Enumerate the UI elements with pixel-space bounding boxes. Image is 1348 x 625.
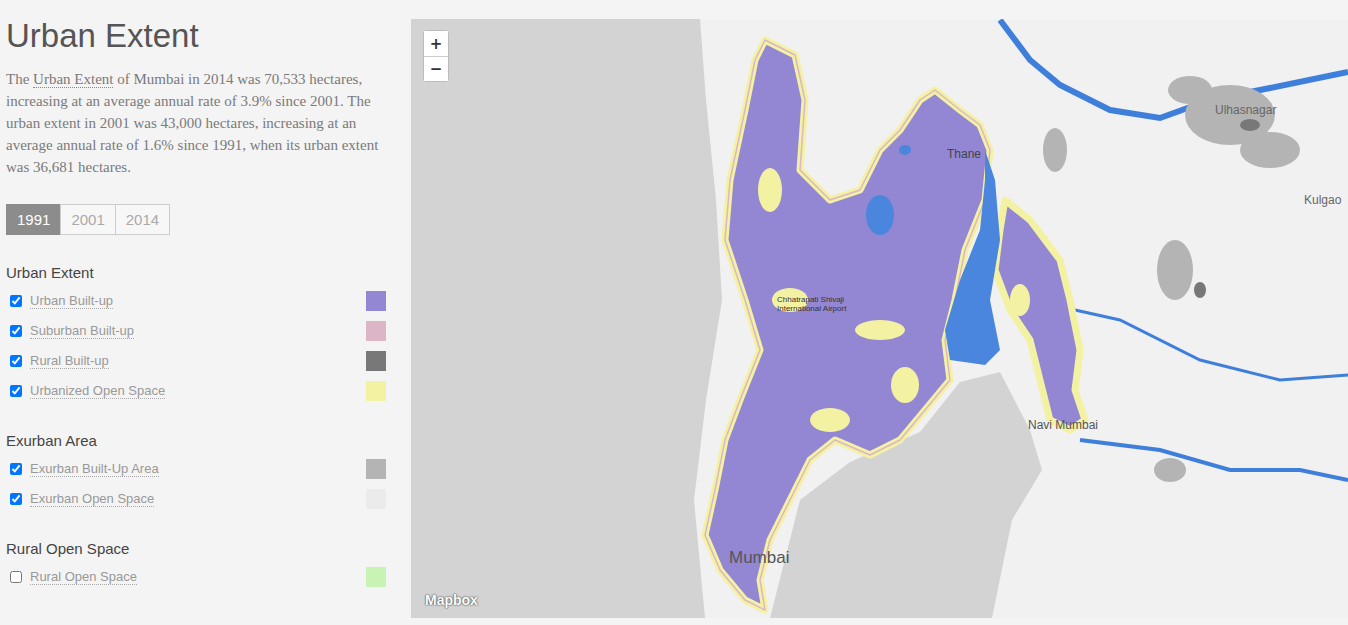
exurban-area [1157,240,1193,300]
open-space [758,168,782,212]
river [1080,440,1348,480]
zoom-in-button[interactable]: + [424,31,448,56]
year-tab[interactable]: 2001 [60,204,115,235]
open-space [891,367,919,403]
zoom-control: +− [423,30,449,82]
layer-checkbox[interactable] [10,463,22,475]
layer-label[interactable]: Exurban Open Space [30,491,154,507]
legend-item: Exurban Open Space [6,484,386,514]
mapbox-attribution[interactable]: Mapbox [425,592,478,608]
legend-heading: Rural Open Space [6,540,411,558]
open-space [855,320,905,340]
exurban-area [1043,128,1067,172]
color-swatch [366,381,386,401]
layer-checkbox[interactable] [10,571,22,583]
color-swatch [366,459,386,479]
legend-section: Rural Open Space Rural Open Space [6,540,411,592]
layer-checkbox[interactable] [10,295,22,307]
exurban-area [1168,76,1212,104]
page: Urban ExtentThe Urban Extent of Mumbai i… [0,0,1348,625]
legend-heading: Exurban Area [6,432,411,450]
map[interactable]: +− Ulhasnagar Kulgao Thane Chhatrapati Shiva… [411,19,1348,618]
map-canvas[interactable] [411,19,1348,618]
place-label: Kulgao [1304,193,1341,207]
page-title: Urban Extent [6,16,411,56]
intro-text: The Urban Extent of Mumbai in 2014 was 7… [6,68,402,178]
color-swatch [366,321,386,341]
lake [899,145,911,155]
legend-item: Suburban Built-up [6,316,386,346]
legend-section: Exurban Area Exurban Built-Up Area Exurban… [6,432,411,514]
side-panel: Urban ExtentThe Urban Extent of Mumbai i… [0,0,411,625]
color-swatch [366,351,386,371]
place-label: Mumbai [729,548,789,568]
place-label: Chhatrapati Shivaji International Airpor… [777,295,867,313]
place-label: Ulhasnagar [1215,103,1276,117]
lake [866,195,894,235]
color-swatch [366,567,386,587]
layer-checkbox[interactable] [10,385,22,397]
layer-label[interactable]: Urbanized Open Space [30,383,165,399]
legend-heading: Urban Extent [6,264,411,282]
legend-item: Urban Built-up [6,286,386,316]
legend-item: Rural Built-up [6,346,386,376]
color-swatch [366,291,386,311]
legend-section: Urban Extent Urban Built-up Suburban Built… [6,264,411,406]
color-swatch [366,489,386,509]
year-tabs: 199120012014 [6,204,411,235]
layer-checkbox[interactable] [10,493,22,505]
urban-area [995,200,1085,430]
rural-built-up [1194,282,1206,298]
place-label: Navi Mumbai [1028,418,1098,432]
place-label: Thane [947,147,981,161]
sea [411,19,722,618]
layer-label[interactable]: Exurban Built-Up Area [30,461,159,477]
exurban-area [1240,132,1300,168]
exurban-area [1154,458,1186,482]
year-tab[interactable]: 2014 [115,204,170,235]
legend-item: Exurban Built-Up Area [6,454,386,484]
layer-label[interactable]: Suburban Built-up [30,323,134,339]
land [411,19,1348,618]
creek [945,150,1000,365]
legend-item: Urbanized Open Space [6,376,386,406]
year-tab[interactable]: 1991 [6,204,61,235]
urban-extent-link[interactable]: Urban Extent [33,71,113,88]
layer-checkbox[interactable] [10,355,22,367]
layer-label[interactable]: Rural Built-up [30,353,109,369]
rural-built-up [1240,119,1260,131]
layer-checkbox[interactable] [10,325,22,337]
zoom-out-button[interactable]: − [424,56,448,81]
layer-label[interactable]: Urban Built-up [30,293,113,309]
layer-label[interactable]: Rural Open Space [30,569,137,585]
open-space [1010,284,1030,316]
legend-item: Rural Open Space [6,562,386,592]
river [1000,20,1348,118]
open-space [810,408,850,432]
